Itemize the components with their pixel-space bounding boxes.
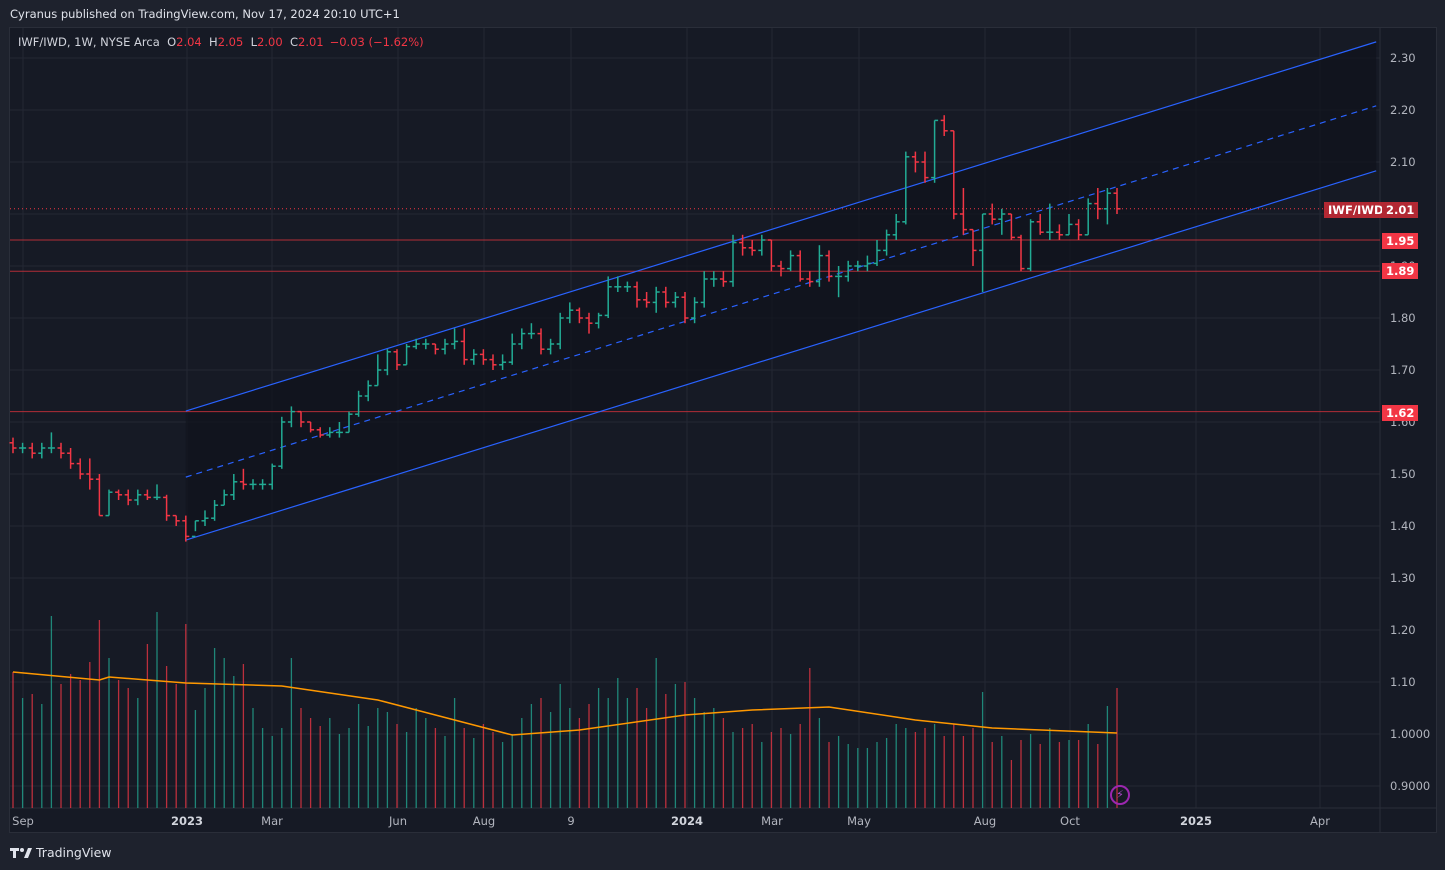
x-tick: Apr [1310,814,1330,828]
x-tick: Oct [1060,814,1080,828]
ohlc-bar [931,119,939,183]
symbol-legend: IWF/IWD, 1W, NYSE Arca O2.04 H2.05 L2.00… [18,35,424,49]
price-chart[interactable] [0,0,1445,870]
ohlc-bar [163,494,171,521]
x-tick: 9 [567,814,575,828]
tradingview-logo-icon [10,847,32,858]
hline-badge-2: 1.89 [1382,263,1419,279]
y-tick: 1.70 [1390,363,1416,377]
ohlc-bar [153,484,161,500]
x-tick: 2024 [670,814,704,828]
ohlc-bar [95,474,103,517]
channel-fill [185,41,1377,541]
y-tick: 1.30 [1390,571,1416,585]
x-tick: 2025 [1179,814,1213,828]
x-tick: Jun [389,814,407,828]
ohlc-bar [19,442,27,454]
tradingview-logo[interactable]: TradingView [10,845,112,860]
ohlc-bar [28,442,36,459]
ohlc-bar [134,489,142,506]
ohlc-bar [172,514,180,526]
legend-close: 2.01 [298,35,324,49]
symbol-badge: IWF/IWD [1324,202,1388,218]
ohlc-bar [124,489,132,506]
y-tick: 1.40 [1390,519,1416,533]
legend-high: 2.05 [217,35,244,49]
ohlc-bar [76,458,84,480]
x-tick: Sep [12,814,34,828]
hline-badge-3: 1.62 [1382,405,1419,421]
ohlc-bar [105,489,113,517]
volume-ma-line [12,671,1118,736]
x-tick: Mar [261,814,283,828]
y-tick: 1.10 [1390,675,1416,689]
y-tick: 2.20 [1390,103,1416,117]
y-tick: 0.9000 [1390,779,1431,793]
ohlc-bar [38,442,46,459]
legend-close-label: C [289,35,298,49]
y-tick: 2.30 [1390,51,1416,65]
legend-low: 2.00 [257,35,283,49]
legend-open-label: O [167,35,177,49]
y-tick: 2.10 [1390,155,1416,169]
y-tick: 1.80 [1390,311,1416,325]
legend-change: −0.03 (−1.62%) [329,35,424,49]
legend-open: 2.04 [176,35,202,49]
x-tick: 2023 [170,814,204,828]
ohlc-bar [940,115,948,136]
y-tick: 1.0000 [1390,727,1431,741]
x-tick: May [847,814,871,828]
brand-name: TradingView [36,845,112,860]
y-tick: 1.20 [1390,623,1416,637]
volume-bars [12,612,1118,808]
last-price-badge: 2.01 [1382,202,1419,218]
hline-badge-1: 1.95 [1382,233,1419,249]
x-tick: Mar [761,814,783,828]
ohlc-bar [921,151,929,183]
ohlc-bar [47,432,55,454]
y-tick: 1.50 [1390,467,1416,481]
legend-symbol: IWF/IWD, 1W, NYSE Arca [18,35,160,49]
ohlc-bar [9,437,17,454]
ohlc-bar [143,489,151,500]
x-tick: Aug [472,814,496,828]
ohlc-bar [67,448,75,469]
ohlc-bar [57,442,65,459]
ohlc-bar [115,489,123,500]
lightning-icon[interactable]: ⚡ [1110,785,1130,805]
x-tick: Aug [973,814,997,828]
legend-high-label: H [209,35,218,49]
